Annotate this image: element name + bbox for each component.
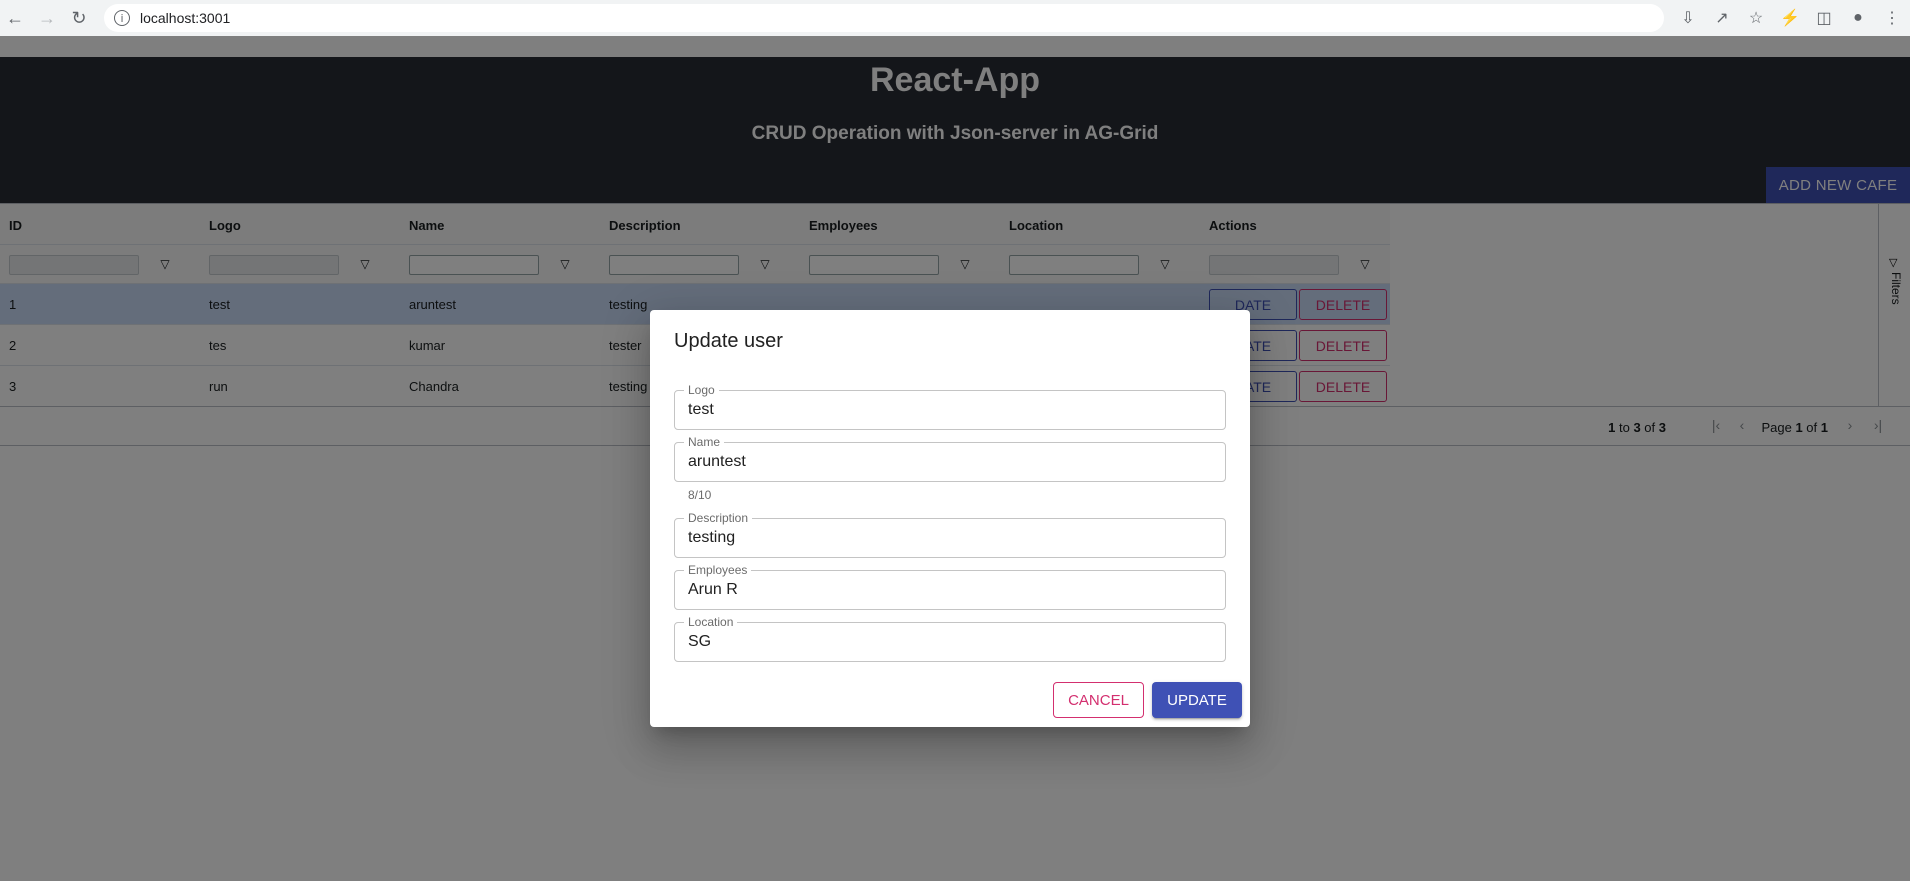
address-bar[interactable]: i localhost:3001: [104, 4, 1664, 32]
share-icon[interactable]: ↗: [1712, 8, 1732, 28]
profile-icon[interactable]: ●: [1848, 8, 1868, 28]
name-field-value: aruntest: [688, 453, 746, 470]
install-icon[interactable]: ⇩: [1678, 8, 1698, 28]
employees-field-label: Employees: [684, 563, 752, 577]
name-field[interactable]: Name aruntest: [674, 435, 1226, 482]
logo-field[interactable]: Logo test: [674, 383, 1226, 430]
cancel-button[interactable]: CANCEL: [1053, 682, 1144, 718]
browser-actions: ⇩ ↗ ☆ ⚡ ◫ ● ⋮: [1678, 0, 1902, 36]
description-field[interactable]: Description testing: [674, 511, 1226, 558]
site-info-icon[interactable]: i: [114, 10, 130, 26]
location-field-value: SG: [688, 633, 712, 650]
description-field-label: Description: [684, 511, 753, 525]
address-bar-url: localhost:3001: [140, 10, 231, 26]
logo-field-value: test: [688, 401, 714, 418]
logo-field-label: Logo: [684, 383, 719, 397]
location-field[interactable]: Location SG: [674, 615, 1226, 662]
forward-arrow-icon[interactable]: →: [36, 7, 58, 29]
menu-icon[interactable]: ⋮: [1882, 8, 1902, 28]
back-arrow-icon[interactable]: ←: [4, 7, 26, 29]
side-panel-icon[interactable]: ◫: [1814, 8, 1834, 28]
star-icon[interactable]: ☆: [1746, 8, 1766, 28]
name-field-label: Name: [684, 435, 725, 449]
update-user-dialog: Update user Logo test Name aruntest 8/10…: [650, 310, 1250, 727]
location-field-label: Location: [684, 615, 738, 629]
extensions-icon[interactable]: ⚡: [1780, 8, 1800, 28]
reload-icon[interactable]: ↻: [68, 7, 90, 29]
update-button[interactable]: UPDATE: [1152, 682, 1242, 718]
employees-field[interactable]: Employees Arun R: [674, 563, 1226, 610]
dialog-title: Update user: [674, 330, 783, 352]
description-field-value: testing: [688, 529, 736, 546]
employees-field-value: Arun R: [688, 581, 738, 598]
browser-nav: ← → ↻: [0, 7, 90, 29]
browser-toolbar: ← → ↻ i localhost:3001 ⇩ ↗ ☆ ⚡ ◫ ● ⋮: [0, 0, 1910, 36]
name-character-counter: 8/10: [688, 488, 712, 502]
